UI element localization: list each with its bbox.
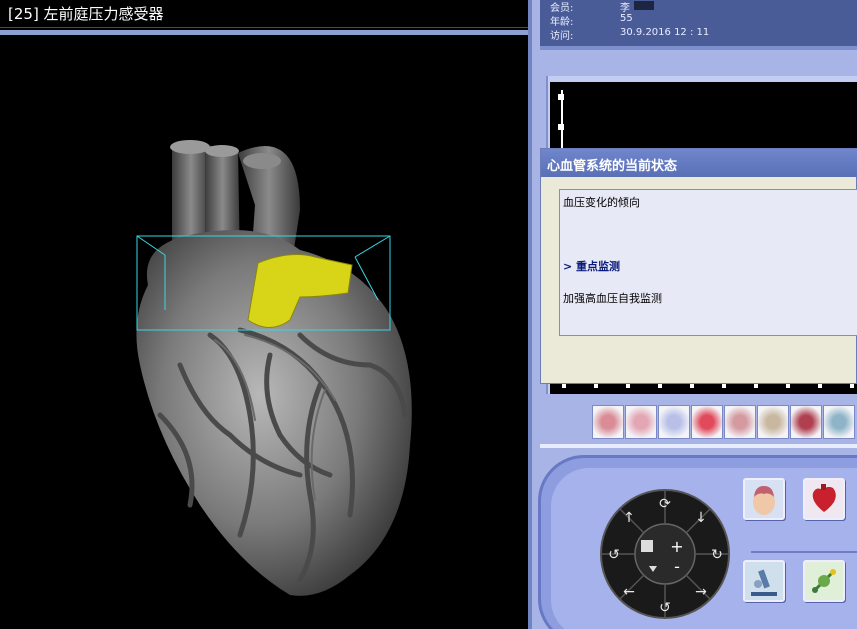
zoom-in-button[interactable]: + bbox=[670, 537, 683, 556]
axis-tick bbox=[594, 384, 598, 388]
brain-view-button[interactable] bbox=[743, 478, 785, 520]
molecule-icon bbox=[812, 569, 836, 593]
axis-tick bbox=[786, 384, 790, 388]
status-dialog: 心血管系统的当前状态 血压变化的倾向 > 重点监测 加强高血压自我监测 bbox=[540, 148, 857, 384]
microscope-icon bbox=[751, 569, 777, 596]
bp-trend-text: 血压变化的倾向 bbox=[563, 196, 640, 209]
viewer-title-bar: [25] 左前庭压力感受器 bbox=[0, 0, 530, 28]
focus-monitor-link[interactable]: > 重点监测 bbox=[563, 258, 620, 274]
organ-thumbnail-strip bbox=[592, 405, 857, 441]
axis-tick bbox=[626, 384, 630, 388]
axis-tick bbox=[818, 384, 822, 388]
viewer-panel: [25] 左前庭压力感受器 bbox=[0, 0, 532, 629]
skeleton-icon[interactable] bbox=[823, 405, 855, 439]
digestive-icon[interactable] bbox=[625, 405, 657, 439]
navigation-wheel[interactable]: ⟳ ↓ ↻ → ↺ ← ↺ ↑ + - bbox=[599, 488, 731, 620]
control-sidebar: 会员: 李 年龄: 55 访问: 30.9.2016 12 : 11 心血管系统… bbox=[532, 0, 857, 629]
circulatory-icon[interactable] bbox=[790, 405, 822, 439]
viewer-title: [25] 左前庭压力感受器 bbox=[8, 5, 164, 23]
member-label: 会员: bbox=[550, 3, 574, 14]
arrow-down-icon[interactable]: ↓ bbox=[695, 510, 707, 526]
age-label: 年龄: bbox=[550, 17, 574, 28]
axis-tick bbox=[722, 384, 726, 388]
dialog-title: 心血管系统的当前状态 bbox=[541, 149, 857, 177]
rotate-up-icon[interactable]: ⟳ bbox=[659, 496, 671, 512]
axis-tick bbox=[658, 384, 662, 388]
heart-3d-viewport[interactable] bbox=[0, 35, 530, 629]
molecule-view-button[interactable] bbox=[803, 560, 845, 602]
arrow-up-icon[interactable]: ↑ bbox=[623, 510, 635, 526]
visit-label: 访问: bbox=[550, 31, 574, 42]
axis-tick bbox=[562, 384, 566, 388]
rotate-left-icon[interactable]: ↺ bbox=[608, 547, 620, 563]
zoom-out-button[interactable]: - bbox=[674, 557, 680, 576]
axis-tick bbox=[850, 384, 854, 388]
lungs-icon[interactable] bbox=[592, 405, 624, 439]
navigation-control-panel: ⟳ ↓ ↻ → ↺ ← ↺ ↑ + - bbox=[538, 455, 857, 629]
axis-tick bbox=[690, 384, 694, 388]
arrow-right-icon[interactable]: → bbox=[695, 584, 707, 600]
thumbnail-separator bbox=[540, 444, 857, 448]
dialog-body: 血压变化的倾向 > 重点监测 加强高血压自我监测 bbox=[559, 189, 857, 336]
blood-cells-icon[interactable] bbox=[691, 405, 723, 439]
rotate-right-icon[interactable]: ↻ bbox=[711, 547, 723, 563]
rotate-down-icon[interactable]: ↺ bbox=[659, 600, 671, 616]
age-value: 55 bbox=[620, 13, 633, 24]
cells-icon[interactable] bbox=[658, 405, 690, 439]
control-separator bbox=[751, 551, 857, 553]
heart-icon bbox=[812, 484, 836, 512]
info-strip bbox=[540, 46, 857, 50]
heart-model[interactable] bbox=[0, 35, 530, 629]
heart-view-button[interactable] bbox=[803, 478, 845, 520]
advice-text: 加强高血压自我监测 bbox=[563, 292, 662, 305]
member-value: 李 bbox=[620, 3, 630, 14]
brain-icon bbox=[753, 486, 775, 515]
redacted-name-block bbox=[634, 1, 654, 10]
control-panel-inner: ⟳ ↓ ↻ → ↺ ← ↺ ↑ + - bbox=[551, 468, 857, 629]
kidney-icon[interactable] bbox=[724, 405, 756, 439]
spine-icon[interactable] bbox=[757, 405, 789, 439]
arrow-left-icon[interactable]: ← bbox=[623, 584, 635, 600]
visit-value: 30.9.2016 12 : 11 bbox=[620, 27, 710, 38]
microscope-view-button[interactable] bbox=[743, 560, 785, 602]
reset-view-icon[interactable] bbox=[641, 540, 653, 552]
patient-info: 会员: 李 年龄: 55 访问: 30.9.2016 12 : 11 bbox=[540, 0, 857, 46]
axis-tick bbox=[754, 384, 758, 388]
